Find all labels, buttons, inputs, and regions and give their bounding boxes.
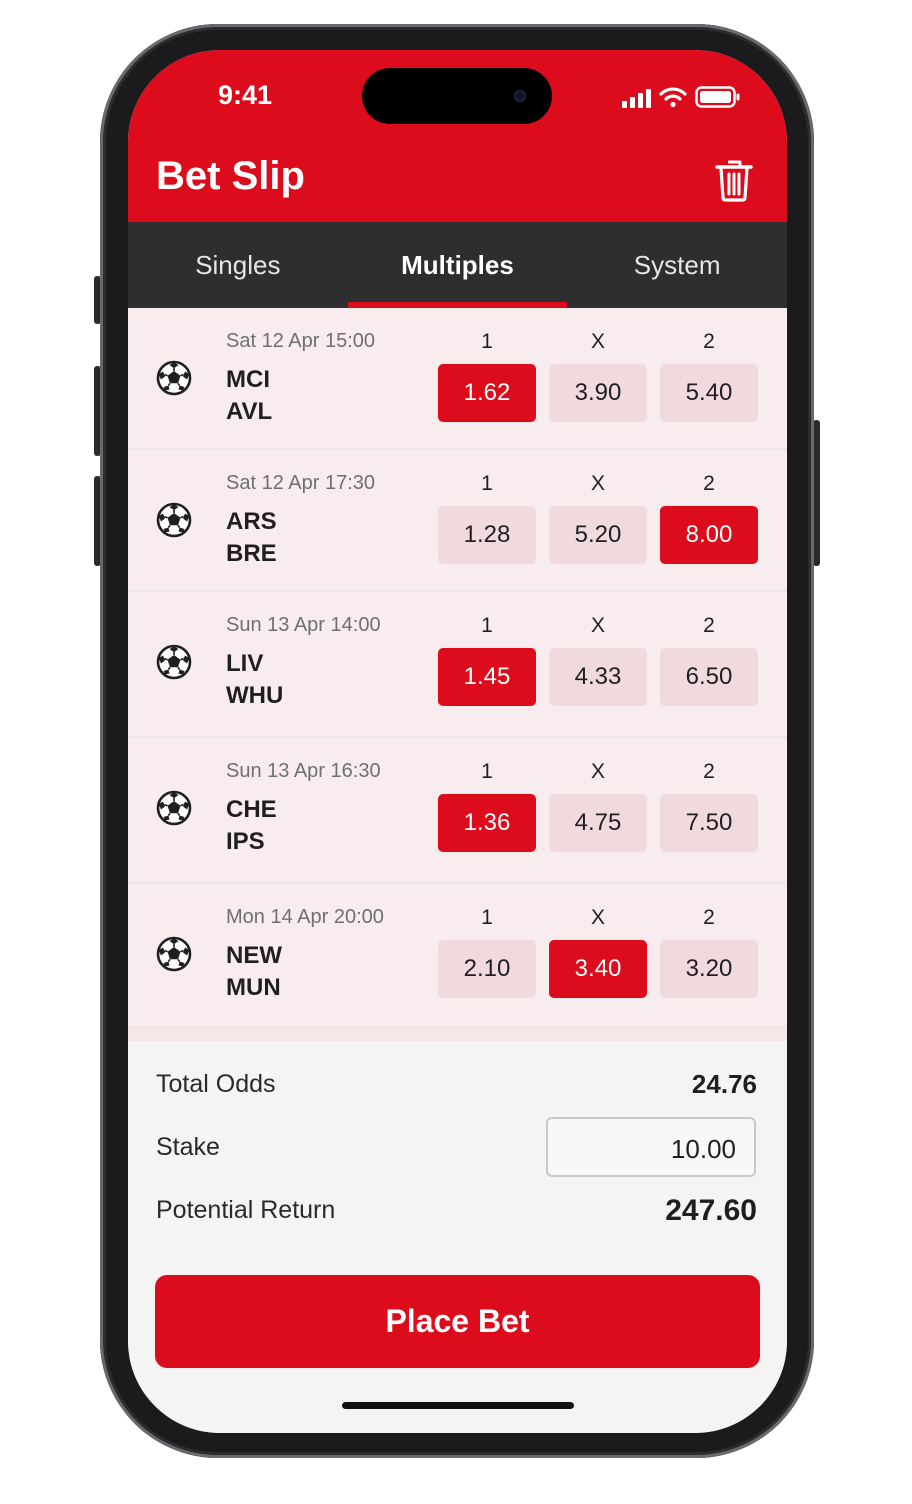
market-header-2: 2 bbox=[703, 906, 715, 929]
trash-icon[interactable] bbox=[715, 158, 753, 202]
potential-return-value: 247.60 bbox=[665, 1194, 757, 1227]
odds-home-button[interactable]: 2.10 bbox=[438, 940, 536, 998]
market-header-1: 1 bbox=[481, 330, 493, 353]
wifi-icon bbox=[659, 87, 687, 108]
market-header-x: X bbox=[590, 760, 605, 783]
total-odds-label: Total Odds bbox=[156, 1070, 276, 1098]
page-title: Bet Slip bbox=[156, 154, 305, 198]
event-row: Sun 13 Apr 16:30 CHE IPS 1 X 2 1.36 4.75… bbox=[128, 738, 787, 884]
event-row: Sat 12 Apr 17:30 ARS BRE 1 X 2 1.28 5.20… bbox=[128, 450, 787, 592]
tab-system[interactable]: System bbox=[567, 222, 787, 308]
market-header-x: X bbox=[590, 330, 605, 353]
selections-list: Sat 12 Apr 15:00 MCI AVL 1 X 2 1.62 3.90… bbox=[128, 308, 787, 1041]
event-date: Sun 13 Apr 16:30 bbox=[226, 760, 381, 782]
odds-home-button[interactable]: 1.45 bbox=[438, 648, 536, 706]
market-header-x: X bbox=[590, 614, 605, 637]
soccer-ball-icon bbox=[156, 644, 192, 680]
odds-home-button[interactable]: 1.36 bbox=[438, 794, 536, 852]
app-header: 9:41 Bet Slip bbox=[128, 50, 787, 222]
home-team: MCI bbox=[226, 366, 270, 393]
place-bet-button[interactable]: Place Bet bbox=[155, 1275, 760, 1368]
soccer-ball-icon bbox=[156, 360, 192, 396]
away-team: AVL bbox=[226, 398, 273, 425]
screen: 9:41 Bet Slip Singles Multiples System S… bbox=[128, 50, 787, 1433]
market-header-2: 2 bbox=[703, 760, 715, 783]
event-date: Mon 14 Apr 20:00 bbox=[226, 906, 384, 928]
away-team: BRE bbox=[226, 540, 277, 567]
market-header-1: 1 bbox=[481, 760, 493, 783]
event-row: Mon 14 Apr 20:00 NEW MUN 1 X 2 2.10 3.40… bbox=[128, 884, 787, 1028]
home-team: LIV bbox=[226, 650, 264, 677]
event-date: Sun 13 Apr 14:00 bbox=[226, 614, 381, 636]
away-team: IPS bbox=[226, 828, 265, 855]
odds-home-button[interactable]: 1.62 bbox=[438, 364, 536, 422]
odds-away-button[interactable]: 6.50 bbox=[660, 648, 758, 706]
stake-label: Stake bbox=[156, 1133, 220, 1161]
market-header-1: 1 bbox=[481, 906, 493, 929]
home-team: CHE bbox=[226, 796, 277, 823]
odds-home-button[interactable]: 1.28 bbox=[438, 506, 536, 564]
event-row: Sun 13 Apr 14:00 LIV WHU 1 X 2 1.45 4.33… bbox=[128, 592, 787, 738]
odds-draw-button[interactable]: 3.90 bbox=[549, 364, 647, 422]
power-button bbox=[813, 420, 820, 566]
odds-away-button[interactable]: 3.20 bbox=[660, 940, 758, 998]
market-header-2: 2 bbox=[703, 472, 715, 495]
market-header-1: 1 bbox=[481, 614, 493, 637]
tab-singles[interactable]: Singles bbox=[128, 222, 348, 308]
battery-icon bbox=[695, 86, 740, 108]
home-indicator bbox=[342, 1402, 574, 1409]
status-icons bbox=[622, 86, 741, 108]
market-header-1: 1 bbox=[481, 472, 493, 495]
market-header-2: 2 bbox=[703, 614, 715, 637]
cellular-signal-icon bbox=[622, 88, 651, 108]
stake-input[interactable]: 10.00 bbox=[546, 1117, 756, 1177]
soccer-ball-icon bbox=[156, 790, 192, 826]
odds-away-button[interactable]: 5.40 bbox=[660, 364, 758, 422]
odds-draw-button[interactable]: 4.75 bbox=[549, 794, 647, 852]
odds-away-button[interactable]: 8.00 bbox=[660, 506, 758, 564]
home-team: NEW bbox=[226, 942, 282, 969]
odds-away-button[interactable]: 7.50 bbox=[660, 794, 758, 852]
market-header-2: 2 bbox=[703, 330, 715, 353]
event-date: Sat 12 Apr 17:30 bbox=[226, 472, 376, 494]
home-team: ARS bbox=[226, 508, 277, 535]
market-header-x: X bbox=[590, 906, 605, 929]
potential-return-label: Potential Return bbox=[156, 1196, 336, 1224]
total-odds-value: 24.76 bbox=[691, 1069, 757, 1099]
away-team: WHU bbox=[226, 682, 284, 709]
camera-icon bbox=[514, 90, 526, 102]
soccer-ball-icon bbox=[156, 936, 192, 972]
soccer-ball-icon bbox=[156, 502, 192, 538]
odds-draw-button[interactable]: 3.40 bbox=[549, 940, 647, 998]
dynamic-island bbox=[362, 68, 552, 124]
event-row: Sat 12 Apr 15:00 MCI AVL 1 X 2 1.62 3.90… bbox=[128, 308, 787, 450]
market-header-x: X bbox=[590, 472, 605, 495]
event-date: Sat 12 Apr 15:00 bbox=[226, 330, 376, 352]
odds-draw-button[interactable]: 5.20 bbox=[549, 506, 647, 564]
tab-multiples[interactable]: Multiples bbox=[347, 222, 568, 308]
status-time: 9:41 bbox=[218, 80, 273, 110]
odds-draw-button[interactable]: 4.33 bbox=[549, 648, 647, 706]
bet-summary: Total Odds 24.76 Stake 10.00 Potential R… bbox=[128, 1041, 787, 1433]
away-team: MUN bbox=[226, 974, 281, 1001]
tab-bar: Singles Multiples System bbox=[128, 222, 787, 308]
